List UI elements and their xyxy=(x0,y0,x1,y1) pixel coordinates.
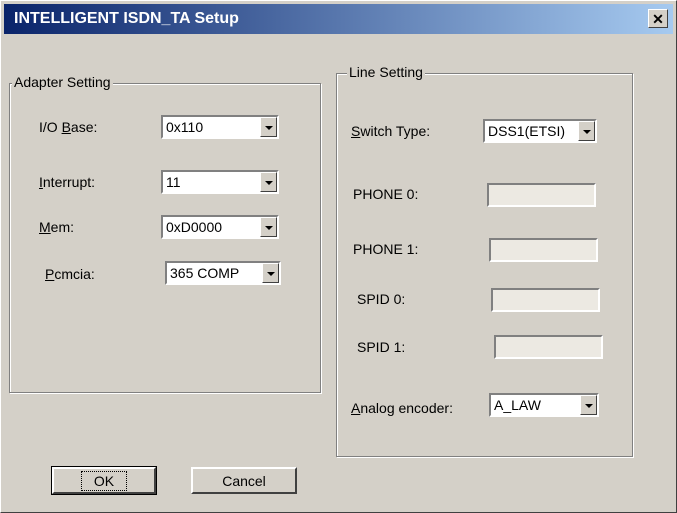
spid0-input[interactable] xyxy=(491,288,600,312)
adapter-setting-title: Adapter Setting xyxy=(12,74,113,90)
pcmcia-value: 365 COMP xyxy=(170,265,240,281)
pcmcia-label: Pcmcia: xyxy=(45,266,95,282)
spid1-input[interactable] xyxy=(494,335,603,359)
io-base-label: I/O Base: xyxy=(39,119,98,135)
setup-dialog: INTELLIGENT ISDN_TA Setup ✕ Adapter Sett… xyxy=(0,0,677,513)
mem-value: 0xD0000 xyxy=(166,219,223,235)
pcmcia-dropdown-button[interactable] xyxy=(262,263,279,283)
analog-encoder-label: Analog encoder: xyxy=(351,400,453,416)
spid0-label: SPID 0: xyxy=(357,291,406,307)
cancel-button[interactable]: Cancel xyxy=(191,467,297,494)
window-title: INTELLIGENT ISDN_TA Setup xyxy=(14,10,239,27)
phone0-label: PHONE 0: xyxy=(353,186,419,202)
line-setting-title: Line Setting xyxy=(347,64,425,80)
close-icon: ✕ xyxy=(652,10,664,27)
io-base-dropdown-button[interactable] xyxy=(260,117,277,137)
cancel-button-label: Cancel xyxy=(222,472,266,489)
pcmcia-select[interactable]: 365 COMP xyxy=(165,261,281,285)
io-base-value: 0x110 xyxy=(166,119,204,135)
interrupt-value: 11 xyxy=(166,174,181,190)
phone1-label: PHONE 1: xyxy=(353,241,419,257)
interrupt-label: Interrupt: xyxy=(39,174,96,190)
ok-button-label: OK xyxy=(80,470,128,491)
analog-encoder-dropdown-button[interactable] xyxy=(580,395,597,415)
switch-type-value: DSS1(ETSI) xyxy=(488,123,566,139)
ok-button[interactable]: OK xyxy=(51,466,157,495)
spid1-label: SPID 1: xyxy=(357,339,406,355)
phone0-input[interactable] xyxy=(487,183,596,207)
analog-encoder-select[interactable]: A_LAW xyxy=(489,393,599,417)
close-button[interactable]: ✕ xyxy=(648,9,668,28)
analog-encoder-value: A_LAW xyxy=(494,397,541,413)
interrupt-select[interactable]: 11 xyxy=(161,170,279,194)
mem-dropdown-button[interactable] xyxy=(260,217,277,237)
phone1-input[interactable] xyxy=(489,238,598,262)
mem-select[interactable]: 0xD0000 xyxy=(161,215,279,239)
io-base-select[interactable]: 0x110 xyxy=(161,115,279,139)
switch-type-dropdown-button[interactable] xyxy=(578,121,595,141)
switch-type-label: Switch Type: xyxy=(351,123,431,139)
interrupt-dropdown-button[interactable] xyxy=(260,172,277,192)
switch-type-select[interactable]: DSS1(ETSI) xyxy=(483,119,597,143)
title-bar[interactable]: INTELLIGENT ISDN_TA Setup ✕ xyxy=(4,4,673,34)
mem-label: Mem: xyxy=(39,219,75,235)
